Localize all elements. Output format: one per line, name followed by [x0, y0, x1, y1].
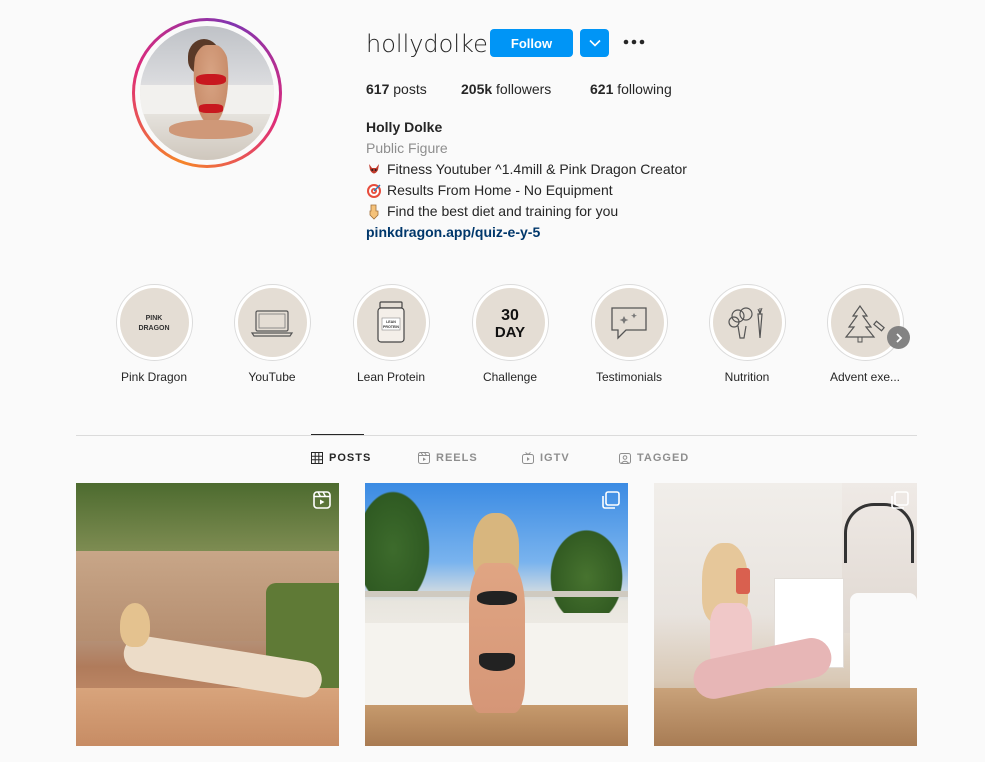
following-label: following [617, 81, 672, 97]
carousel-icon [891, 491, 909, 509]
posts-count: 617 [366, 81, 390, 97]
highlight-cover: LEAN PROTEIN [356, 288, 426, 357]
tab-igtv[interactable]: IGTV [522, 452, 570, 464]
stat-followers[interactable]: 205k followers [461, 81, 551, 97]
highlight-ring: PINK DRAGON [115, 284, 193, 361]
avatar-border [135, 21, 279, 165]
bio-line-3: Find the best diet and training for you [366, 201, 687, 222]
tabs-divider [76, 435, 917, 436]
profile-bio: Holly Dolke Public Figure Fitness Youtub… [366, 117, 687, 243]
highlight-label: Lean Protein [356, 370, 426, 384]
suggested-dropdown-button[interactable] [580, 29, 609, 57]
highlight-label: YouTube [248, 370, 296, 384]
highlight-label: Nutrition [724, 370, 770, 384]
profile-category: Public Figure [366, 140, 448, 156]
bio-line-2: Results From Home - No Equipment [366, 180, 687, 201]
christmas-tree-icon [844, 304, 885, 342]
profile-username: hollydolke [366, 30, 488, 58]
highlight-challenge[interactable]: 30 DAY Challenge [460, 284, 560, 384]
laptop-icon [250, 309, 294, 337]
tab-posts[interactable]: POSTS [311, 452, 371, 464]
carousel-icon [602, 491, 620, 509]
profile-full-name: Holly Dolke [366, 119, 443, 135]
stat-following[interactable]: 621 following [590, 81, 672, 97]
highlight-cover [237, 288, 307, 357]
bio-line-2-text: Results From Home - No Equipment [387, 182, 613, 198]
pink-dragon-logo-icon: PINK DRAGON [138, 315, 169, 332]
highlight-youtube[interactable]: YouTube [222, 284, 322, 384]
bio-line-3-text: Find the best diet and training for you [387, 203, 619, 219]
protein-tub-icon: LEAN PROTEIN [377, 300, 405, 343]
bio-website-link[interactable]: pinkdragon.app/quiz-e-y-5 [366, 222, 687, 243]
highlight-cover: PINK DRAGON [119, 288, 189, 357]
highlight-ring: LEAN PROTEIN [352, 284, 430, 361]
post-thumbnail[interactable] [365, 483, 628, 746]
following-count: 621 [590, 81, 614, 97]
tab-igtv-label: IGTV [540, 452, 570, 464]
highlight-label: Challenge [482, 370, 538, 384]
target-emoji-icon [366, 183, 382, 199]
dragon-emoji-icon [366, 162, 382, 178]
highlight-ring [233, 284, 311, 361]
svg-text:30: 30 [501, 307, 519, 324]
svg-text:PINK: PINK [146, 315, 163, 322]
highlight-pink-dragon[interactable]: PINK DRAGON Pink Dragon [104, 284, 204, 384]
tab-tagged[interactable]: TAGGED [619, 452, 689, 464]
vegetables-icon [728, 306, 763, 339]
highlight-testimonials[interactable]: Testimonials [579, 284, 679, 384]
avatar-photo [140, 26, 274, 160]
followers-label: followers [496, 81, 552, 97]
profile-avatar[interactable] [132, 18, 282, 168]
active-tab-indicator [311, 434, 364, 435]
reels-icon [418, 452, 430, 464]
tab-posts-label: POSTS [329, 452, 372, 464]
bio-line-1: Fitness Youtuber ^1.4mill & Pink Dragon … [366, 159, 687, 180]
highlight-cover [712, 288, 782, 357]
tab-tagged-label: TAGGED [637, 452, 690, 464]
chevron-right-icon [895, 332, 902, 343]
reels-icon [313, 491, 331, 509]
highlight-ring [708, 284, 786, 361]
tab-reels[interactable]: REELS [418, 452, 478, 464]
chevron-down-icon [588, 39, 601, 47]
followers-count: 205k [461, 81, 493, 97]
pointing-down-emoji-icon [366, 204, 382, 220]
bio-line-1-text: Fitness Youtuber ^1.4mill & Pink Dragon … [387, 161, 687, 177]
svg-text:DRAGON: DRAGON [138, 325, 169, 332]
grid-icon [311, 452, 323, 464]
30-day-logo-icon: 30 DAY [495, 307, 525, 341]
highlight-ring [590, 284, 668, 361]
highlight-lean-protein[interactable]: LEAN PROTEIN Lean Protein [341, 284, 441, 384]
more-dots-icon [623, 39, 645, 45]
highlights-next-button[interactable] [887, 326, 910, 349]
posts-label: posts [393, 81, 427, 97]
svg-text:DAY: DAY [495, 324, 525, 341]
highlight-label: Advent exe... [829, 370, 901, 384]
igtv-icon [522, 452, 534, 464]
tab-reels-label: REELS [436, 452, 478, 464]
highlight-ring: 30 DAY [471, 284, 549, 361]
highlight-ring [826, 284, 904, 361]
highlight-cover [830, 288, 900, 357]
highlight-cover [594, 288, 664, 357]
stat-posts: 617 posts [366, 81, 427, 97]
svg-text:PROTEIN: PROTEIN [383, 325, 399, 329]
highlight-label: Pink Dragon [120, 370, 188, 384]
highlight-cover: 30 DAY [475, 288, 545, 357]
tagged-icon [619, 453, 631, 464]
speech-bubble-icon [611, 306, 647, 340]
post-thumbnail[interactable] [654, 483, 917, 746]
highlight-label: Testimonials [595, 370, 663, 384]
highlight-nutrition[interactable]: Nutrition [697, 284, 797, 384]
post-thumbnail[interactable] [76, 483, 339, 746]
more-options-button[interactable] [622, 32, 646, 52]
follow-button[interactable]: Follow [490, 29, 573, 57]
svg-text:LEAN: LEAN [386, 320, 396, 324]
